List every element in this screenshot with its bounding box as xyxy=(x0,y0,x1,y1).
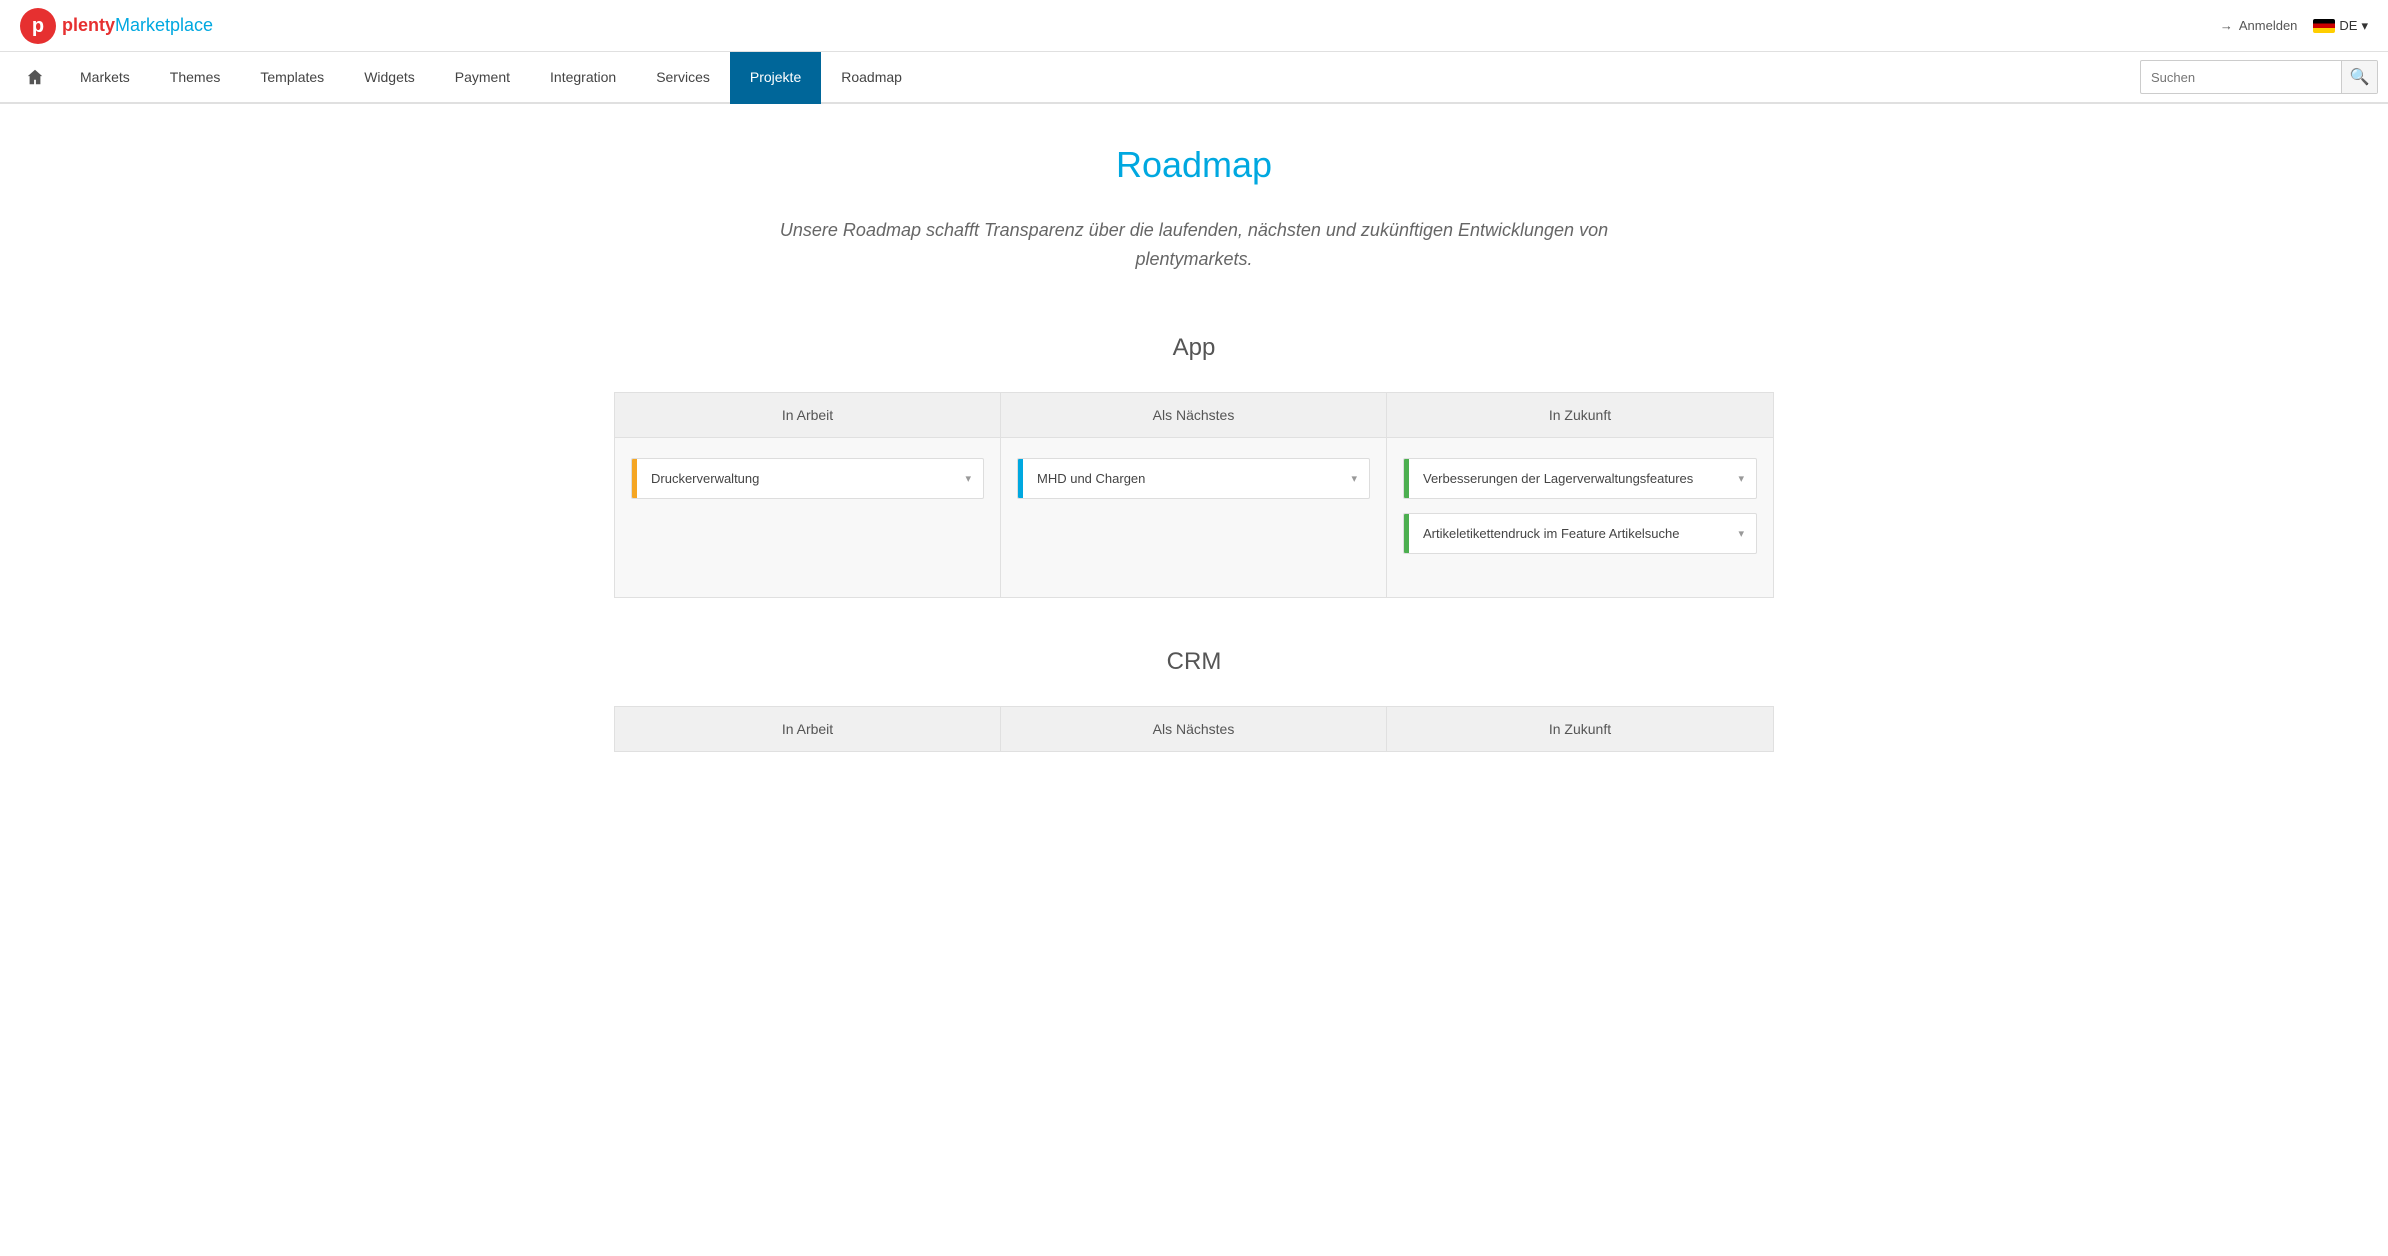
col-header-crm-als-naechstes: Als Nächstes xyxy=(1001,707,1387,751)
col-header-crm-in-arbeit: In Arbeit xyxy=(615,707,1001,751)
col-body-in-arbeit: Druckerverwaltung ▾ xyxy=(615,438,1001,597)
nav-bar: Markets Themes Templates Widgets Payment… xyxy=(0,52,2388,104)
lang-label: DE xyxy=(2339,18,2357,33)
page-title: Roadmap xyxy=(614,144,1774,186)
nav-item-markets[interactable]: Markets xyxy=(60,52,150,104)
item-label: Verbesserungen der Lagerverwaltungsfeatu… xyxy=(1409,459,1726,498)
col-header-in-arbeit: In Arbeit xyxy=(615,393,1001,437)
logo-text: plentyMarketplace xyxy=(62,15,213,36)
anmelden-button[interactable]: → Anmelden xyxy=(2220,18,2298,33)
columns-body-app: Druckerverwaltung ▾ MHD und Chargen ▾ Ve… xyxy=(614,438,1774,598)
nav-item-projekte[interactable]: Projekte xyxy=(730,52,821,104)
page-subtitle: Unsere Roadmap schafft Transparenz über … xyxy=(744,216,1644,274)
item-label: Druckerverwaltung xyxy=(637,459,953,498)
search-icon: 🔍 xyxy=(2350,67,2370,87)
nav-item-themes[interactable]: Themes xyxy=(150,52,241,104)
roadmap-item-lagerverwaltung[interactable]: Verbesserungen der Lagerverwaltungsfeatu… xyxy=(1403,458,1757,499)
col-body-in-zukunft: Verbesserungen der Lagerverwaltungsfeatu… xyxy=(1387,438,1773,597)
logo-icon: p xyxy=(20,8,56,44)
chevron-down-icon: ▾ xyxy=(1726,460,1756,497)
section-title-app: App xyxy=(614,334,1774,362)
columns-header-crm: In Arbeit Als Nächstes In Zukunft xyxy=(614,706,1774,752)
search-input[interactable] xyxy=(2141,70,2341,85)
anmelden-label: Anmelden xyxy=(2239,18,2298,33)
nav-item-payment[interactable]: Payment xyxy=(435,52,530,104)
flag-icon xyxy=(2313,19,2335,33)
columns-header-app: In Arbeit Als Nächstes In Zukunft xyxy=(614,392,1774,438)
col-header-in-zukunft: In Zukunft xyxy=(1387,393,1773,437)
chevron-down-icon: ▾ xyxy=(1726,515,1756,552)
col-header-crm-in-zukunft: In Zukunft xyxy=(1387,707,1773,751)
chevron-down-icon: ▾ xyxy=(2361,18,2368,34)
nav-item-templates[interactable]: Templates xyxy=(240,52,344,104)
nav-item-integration[interactable]: Integration xyxy=(530,52,636,104)
home-icon xyxy=(26,68,44,86)
roadmap-item-druckerverwaltung[interactable]: Druckerverwaltung ▾ xyxy=(631,458,984,499)
item-label: MHD und Chargen xyxy=(1023,459,1339,498)
col-body-als-naechstes: MHD und Chargen ▾ xyxy=(1001,438,1387,597)
search-input-wrap: 🔍 xyxy=(2140,60,2378,94)
main-content: Roadmap Unsere Roadmap schafft Transpare… xyxy=(594,104,1794,842)
language-button[interactable]: DE ▾ xyxy=(2313,18,2368,34)
login-icon: → xyxy=(2220,18,2233,33)
col-header-als-naechstes: Als Nächstes xyxy=(1001,393,1387,437)
nav-item-roadmap[interactable]: Roadmap xyxy=(821,52,922,104)
nav-item-widgets[interactable]: Widgets xyxy=(344,52,435,104)
roadmap-item-mhd-chargen[interactable]: MHD und Chargen ▾ xyxy=(1017,458,1370,499)
item-label: Artikeletikettendruck im Feature Artikel… xyxy=(1409,514,1726,553)
top-bar: p plentyMarketplace → Anmelden DE ▾ xyxy=(0,0,2388,52)
roadmap-section-crm: CRM In Arbeit Als Nächstes In Zukunft xyxy=(614,648,1774,752)
top-right-actions: → Anmelden DE ▾ xyxy=(2220,18,2368,34)
nav-item-services[interactable]: Services xyxy=(636,52,730,104)
roadmap-section-app: App In Arbeit Als Nächstes In Zukunft Dr… xyxy=(614,334,1774,598)
section-title-crm: CRM xyxy=(614,648,1774,676)
svg-text:p: p xyxy=(32,15,44,37)
roadmap-item-artikeletiketten[interactable]: Artikeletikettendruck im Feature Artikel… xyxy=(1403,513,1757,554)
chevron-down-icon: ▾ xyxy=(1339,460,1369,497)
nav-search: 🔍 xyxy=(2140,52,2378,102)
nav-item-home[interactable] xyxy=(10,52,60,104)
search-button[interactable]: 🔍 xyxy=(2341,60,2377,94)
chevron-down-icon: ▾ xyxy=(953,460,983,497)
logo[interactable]: p plentyMarketplace xyxy=(20,8,213,44)
